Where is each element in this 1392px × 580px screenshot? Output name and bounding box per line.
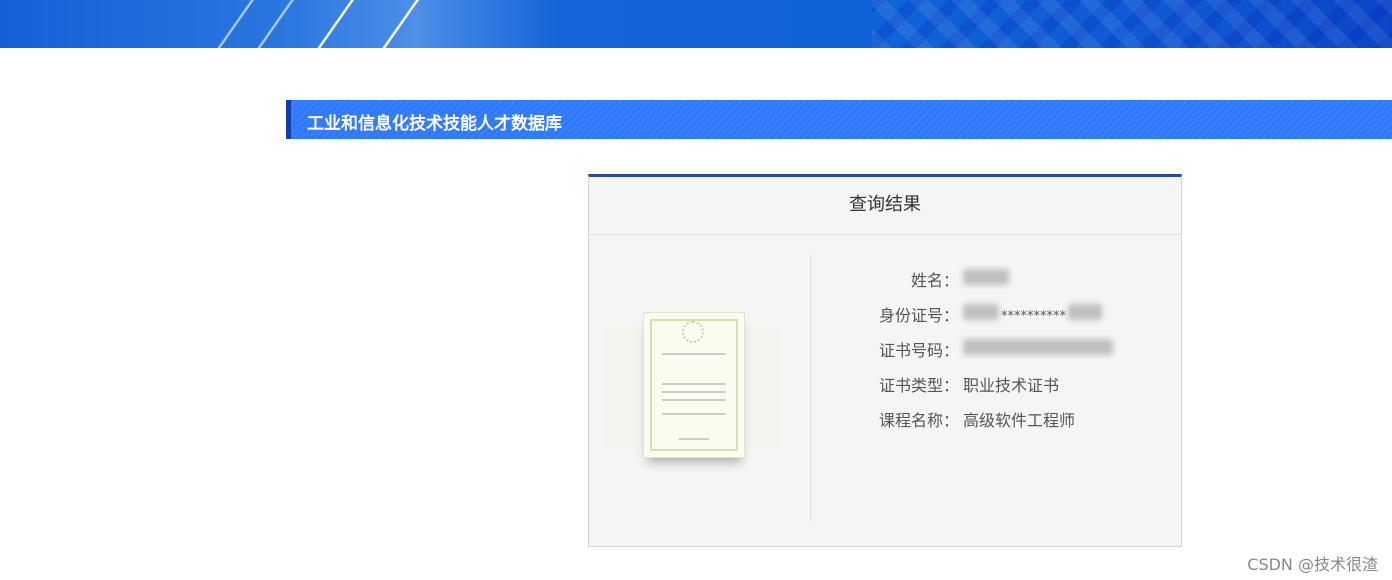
divider [810,255,811,521]
section-title-bar: 工业和信息化技术技能人才数据库 [286,100,1392,139]
result-fields: 姓名： 身份证号： ********** 证书号码： 证书类型： 职业技术证书 课程… [829,261,1113,436]
certificate-image [643,312,745,458]
section-title: 工业和信息化技术技能人才数据库 [307,114,562,134]
field-cert-type: 证书类型： 职业技术证书 [878,375,1060,395]
card-title: 查询结果 [589,177,1181,235]
watermark: CSDN @技术很渣 [1247,555,1378,574]
query-result-card: 查询结果 姓名： 身份证号： ********** 证书号码： 证书类型： 职业技术… [588,174,1182,547]
field-name: 姓名： [829,261,1113,296]
field-course: 课程名称： 高级软件工程师 [878,410,1076,430]
id-value: ********** [1001,308,1066,324]
cert-number-blurred [963,338,1113,355]
header-banner [0,0,1392,48]
name-value-blurred [963,268,1009,285]
field-id: 身份证号： ********** [829,296,1113,331]
field-cert-number: 证书号码： [829,331,1113,366]
